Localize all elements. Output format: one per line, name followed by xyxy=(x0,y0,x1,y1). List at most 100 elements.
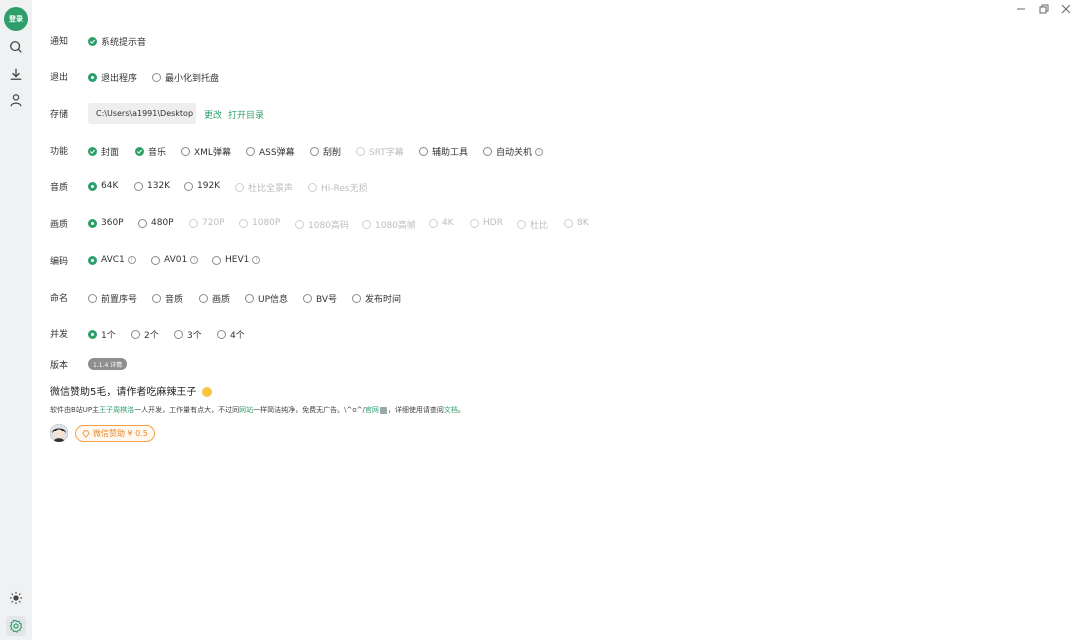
radio-icon xyxy=(184,181,193,191)
wechat-donate-button[interactable]: 微信赞助 ¥ 0.5 xyxy=(75,425,155,442)
open-folder-link[interactable]: 打开目录 xyxy=(228,108,264,121)
video-1080p-radio[interactable]: 1080P xyxy=(239,218,280,228)
option-label: 480P xyxy=(151,218,174,228)
option-label: 辅助工具 xyxy=(432,148,469,158)
settings-button[interactable] xyxy=(6,616,26,636)
video-4k-radio[interactable]: 4K xyxy=(429,218,454,228)
option-label: 杜比全景声 xyxy=(248,184,294,194)
option-label: AV01 xyxy=(164,255,188,265)
naming-date-checkbox[interactable]: 发布时间 xyxy=(352,292,401,305)
login-button[interactable]: 登录 xyxy=(4,7,28,31)
audio-dolby-radio[interactable]: 杜比全景声 xyxy=(235,181,293,194)
info-icon[interactable]: i xyxy=(535,147,544,156)
version-badge[interactable]: 1.1.4 详情 xyxy=(88,358,128,370)
theme-button[interactable] xyxy=(6,588,26,608)
radio-icon xyxy=(212,255,221,265)
checkbox-icon xyxy=(303,294,312,303)
version-label: 版本 xyxy=(50,360,69,371)
video-1080hf-radio[interactable]: 1080高帧 xyxy=(362,218,416,231)
codec-av01-radio[interactable]: AV01 i xyxy=(151,255,199,265)
feature-cover-checkbox[interactable]: 封面 xyxy=(88,145,119,158)
feature-ass-checkbox[interactable]: ASS弹幕 xyxy=(246,145,295,158)
video-8k-radio[interactable]: 8K xyxy=(564,218,589,228)
restore-button[interactable] xyxy=(1037,2,1051,16)
desc-text: 软件由B站UP主 xyxy=(50,406,100,414)
video-480p-radio[interactable]: 480P xyxy=(138,218,174,228)
naming-up-checkbox[interactable]: UP信息 xyxy=(245,292,288,305)
info-icon[interactable]: i xyxy=(190,256,199,264)
radio-icon xyxy=(189,218,198,228)
concurrency-3-radio[interactable]: 3个 xyxy=(174,328,202,341)
codec-hev1-radio[interactable]: HEV1 i xyxy=(212,255,261,265)
option-label: HDR xyxy=(483,218,503,228)
audio-64k-radio[interactable]: 64K xyxy=(88,181,118,191)
info-icon[interactable]: i xyxy=(127,256,136,264)
audio-132k-radio[interactable]: 132K xyxy=(134,181,170,191)
naming-video-checkbox[interactable]: 画质 xyxy=(199,292,230,305)
sidebar: 登录 xyxy=(0,0,32,640)
video-720p-radio[interactable]: 720P xyxy=(189,218,225,228)
author-link[interactable]: 王子周棋洛 xyxy=(99,406,134,414)
checkmark-icon xyxy=(88,37,97,46)
radio-selected-icon xyxy=(88,218,97,228)
checkbox-icon xyxy=(246,147,255,156)
site-link[interactable]: 网站 xyxy=(239,406,253,414)
option-label: 720P xyxy=(202,218,225,228)
storage-path-field[interactable]: C:\Users\a1991\Desktop xyxy=(88,103,196,124)
codec-avc1-radio[interactable]: AVC1 i xyxy=(88,255,136,265)
option-label: UP信息 xyxy=(258,295,289,305)
concurrency-2-radio[interactable]: 2个 xyxy=(131,328,159,341)
search-button[interactable] xyxy=(6,37,26,57)
official-site-link[interactable]: 官网 xyxy=(365,406,379,414)
video-dolby-radio[interactable]: 杜比 xyxy=(517,218,548,231)
concurrency-4-radio[interactable]: 4个 xyxy=(217,328,245,341)
user-button[interactable] xyxy=(6,90,26,110)
option-label: 192K xyxy=(197,181,221,191)
naming-label: 命名 xyxy=(50,293,69,304)
feature-srt-checkbox[interactable]: SRT字幕 xyxy=(356,145,404,158)
checkmark-icon xyxy=(135,147,144,156)
feature-music-checkbox[interactable]: 音乐 xyxy=(135,145,166,158)
exit-program-radio[interactable]: 退出程序 xyxy=(88,71,137,84)
download-button[interactable] xyxy=(6,64,26,84)
concurrency-1-radio[interactable]: 1个 xyxy=(88,328,116,341)
system-sound-checkbox[interactable]: 系统提示音 xyxy=(88,35,146,48)
option-label: 刮削 xyxy=(323,148,342,158)
option-label: 自动关机 xyxy=(496,148,533,158)
video-hdr-radio[interactable]: HDR xyxy=(470,218,503,228)
user-icon xyxy=(10,94,22,107)
feature-tools-checkbox[interactable]: 辅助工具 xyxy=(419,145,468,158)
close-button[interactable] xyxy=(1059,2,1073,16)
naming-audio-checkbox[interactable]: 音质 xyxy=(152,292,183,305)
naming-bv-checkbox[interactable]: BV号 xyxy=(303,292,337,305)
feature-shutdown-checkbox[interactable]: 自动关机 i xyxy=(483,145,544,158)
option-label: 音质 xyxy=(165,295,184,305)
naming-index-checkbox[interactable]: 前置序号 xyxy=(88,292,137,305)
radio-icon xyxy=(138,218,147,228)
minimize-tray-radio[interactable]: 最小化到托盘 xyxy=(152,71,219,84)
checkbox-icon xyxy=(419,147,428,156)
radio-icon xyxy=(564,218,573,228)
radio-selected-icon xyxy=(88,73,97,82)
diamond-icon xyxy=(82,429,90,438)
audio-hires-radio[interactable]: Hi-Res无损 xyxy=(308,181,368,194)
minimize-icon xyxy=(1017,8,1025,10)
docs-link[interactable]: 文档 xyxy=(444,406,458,414)
audio-192k-radio[interactable]: 192K xyxy=(184,181,220,191)
change-path-link[interactable]: 更改 xyxy=(204,108,222,121)
info-icon[interactable]: i xyxy=(252,256,261,264)
radio-icon xyxy=(174,330,183,339)
video-360p-radio[interactable]: 360P xyxy=(88,218,124,228)
feature-xml-checkbox[interactable]: XML弹幕 xyxy=(181,145,231,158)
desc-text: 。 xyxy=(457,406,465,414)
option-label: 1080P xyxy=(252,218,281,228)
desc-text: ，详细使用请查阅 xyxy=(387,406,444,414)
app-window: 登录 通知 系统提示音 退出 退出程序 最小化到托盘 存储 C:\Users\a… xyxy=(0,0,1080,640)
radio-icon xyxy=(134,181,143,191)
radio-icon xyxy=(295,220,304,229)
video-1080hb-radio[interactable]: 1080高码 xyxy=(295,218,349,231)
radio-icon xyxy=(470,218,479,228)
option-label: 1080高帧 xyxy=(375,221,416,231)
minimize-button[interactable] xyxy=(1014,2,1028,16)
feature-scrape-checkbox[interactable]: 刮削 xyxy=(310,145,341,158)
